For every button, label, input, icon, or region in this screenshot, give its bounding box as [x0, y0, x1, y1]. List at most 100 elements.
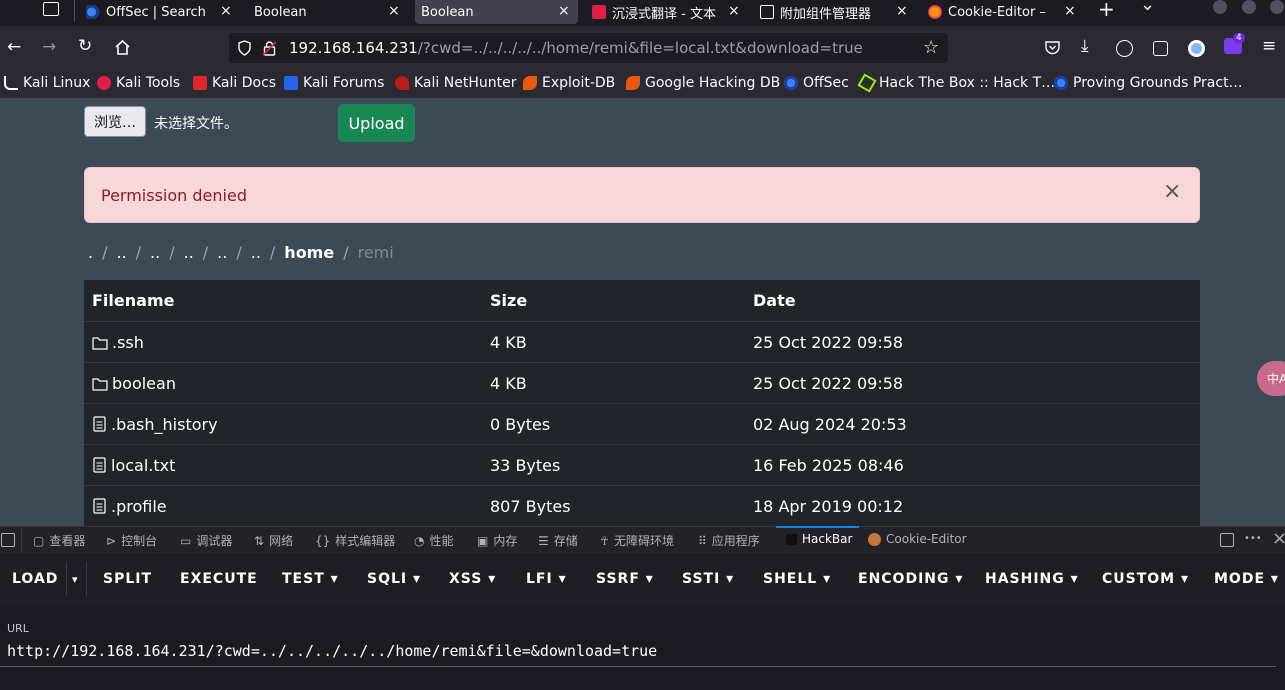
column-header-filename[interactable]: Filename: [92, 291, 174, 310]
breadcrumb-item[interactable]: ..: [150, 243, 160, 262]
downloads-icon[interactable]: ⤓: [1081, 38, 1089, 55]
back-arrow-icon[interactable]: ←: [7, 39, 21, 56]
hackbar-ssrf-menu[interactable]: SSRF ▾: [596, 571, 654, 587]
hackbar-xss-menu[interactable]: XSS ▾: [449, 571, 496, 587]
tab-addons-manager[interactable]: 附加组件管理器 ×: [760, 0, 910, 24]
hackbar-load-button[interactable]: LOAD: [12, 571, 58, 587]
hackbar-url-input[interactable]: http://192.168.164.231/?cwd=../../../../…: [7, 642, 657, 660]
bookmark-offsec[interactable]: OffSec: [784, 75, 849, 91]
devtools-tab-cookie-editor[interactable]: Cookie-Editor: [868, 532, 967, 546]
new-tab-button[interactable]: +: [1098, 0, 1115, 21]
bookmark-kali-nethunter[interactable]: Kali NetHunter: [395, 75, 516, 91]
bookmark-star-icon[interactable]: ☆: [923, 39, 939, 57]
tab-offsec-search[interactable]: OffSec | Search ×: [86, 0, 246, 24]
window-minimize-button[interactable]: [1213, 0, 1227, 14]
shield-icon[interactable]: [237, 40, 252, 60]
forward-arrow-icon[interactable]: →: [42, 39, 56, 56]
table-row: boolean 4 KB 25 Oct 2022 09:58: [84, 362, 1200, 403]
devtools-more-menu[interactable]: •••: [1244, 533, 1262, 544]
alert-close-icon[interactable]: ×: [1163, 181, 1181, 203]
bookmark-hack-the-box[interactable]: Hack The Box :: Hack T…: [857, 73, 1055, 93]
dock-toggle-icon[interactable]: [1220, 533, 1234, 547]
hamburger-menu-icon[interactable]: ≡: [1262, 38, 1276, 55]
devtools-tab-performance[interactable]: ◔ 性能: [414, 532, 454, 549]
breadcrumb-item[interactable]: ..: [217, 243, 227, 262]
bookmark-proving-grounds[interactable]: Proving Grounds Pract…: [1054, 75, 1243, 91]
offsec-favicon-icon: [86, 5, 100, 19]
tab-cookie-editor[interactable]: Cookie-Editor – ×: [928, 0, 1078, 24]
upload-button[interactable]: Upload: [338, 104, 415, 142]
extension-circle-icon[interactable]: [1188, 40, 1205, 57]
bookmark-kali-forums[interactable]: Kali Forums: [284, 75, 384, 91]
tab-close-icon[interactable]: ×: [728, 3, 740, 19]
hackbar-test-menu[interactable]: TEST ▾: [282, 571, 339, 587]
tab-close-icon[interactable]: ×: [388, 3, 400, 19]
extensions-puzzle-icon[interactable]: [1153, 41, 1168, 56]
devtools-tab-debugger[interactable]: ▭ 调试器: [180, 532, 232, 549]
devtools-tab-label: 网络: [269, 534, 294, 548]
bookmark-kali-docs[interactable]: Kali Docs: [193, 75, 276, 91]
hackbar-shell-menu[interactable]: SHELL ▾: [763, 571, 831, 587]
devtools-tab-memory[interactable]: ▣ 内存: [477, 532, 517, 549]
tab-close-icon[interactable]: ×: [896, 3, 908, 19]
devtools-tab-application[interactable]: ⠿ 应用程序: [698, 532, 760, 549]
tab-overview-icon[interactable]: [43, 2, 59, 16]
devtools-close-icon[interactable]: ×: [1272, 528, 1285, 549]
breadcrumb-item-home[interactable]: home: [284, 243, 334, 262]
hackbar-lfi-menu[interactable]: LFI ▾: [526, 571, 567, 587]
column-header-size[interactable]: Size: [490, 291, 527, 310]
bookmark-kali-linux[interactable]: Kali Linux: [4, 75, 90, 91]
breadcrumb-item[interactable]: ..: [251, 243, 261, 262]
tab-close-icon[interactable]: ×: [220, 3, 232, 19]
file-link[interactable]: boolean: [92, 374, 176, 393]
devtools-tab-network[interactable]: ⇅ 网络: [254, 532, 293, 549]
devtools-tab-style-editor[interactable]: {} 样式编辑器: [315, 532, 395, 549]
hackbar-load-dropdown[interactable]: ▾: [72, 573, 79, 586]
breadcrumb-item[interactable]: ..: [116, 243, 126, 262]
hackbar-hashing-menu[interactable]: HASHING ▾: [985, 571, 1079, 587]
hackbar-mode-menu[interactable]: MODE ▾: [1214, 571, 1279, 587]
hackbar-split-button[interactable]: SPLIT: [103, 571, 152, 587]
window-close-button[interactable]: [1270, 0, 1284, 14]
tab-boolean-1[interactable]: Boolean ×: [254, 0, 404, 24]
hackbar-sqli-menu[interactable]: SQLI ▾: [367, 571, 421, 587]
devtools-tab-accessibility[interactable]: ☥ 无障碍环境: [600, 532, 674, 549]
file-link[interactable]: .profile: [92, 497, 167, 516]
breadcrumb-item[interactable]: ..: [184, 243, 194, 262]
tab-immersive-translate[interactable]: 沉浸式翻译 - 文本 ×: [592, 0, 742, 24]
tab-title: Boolean: [254, 4, 307, 20]
tab-close-icon[interactable]: ×: [1064, 3, 1076, 19]
hackbar-ssti-menu[interactable]: SSTI ▾: [682, 571, 734, 587]
table-row: .bash_history 0 Bytes 02 Aug 2024 20:53: [84, 403, 1200, 444]
file-link[interactable]: local.txt: [92, 456, 175, 475]
devtools-tab-label: 存储: [553, 534, 578, 548]
window-maximize-button[interactable]: [1242, 0, 1256, 14]
bookmark-exploit-db[interactable]: Exploit-DB: [523, 75, 615, 91]
insecure-lock-icon[interactable]: [262, 40, 277, 60]
account-icon[interactable]: [1116, 40, 1133, 57]
column-header-date[interactable]: Date: [753, 291, 796, 310]
bookmark-google-hacking-db[interactable]: Google Hacking DB: [626, 75, 780, 91]
list-all-tabs-button[interactable]: ⌄: [1140, 0, 1155, 15]
tab-close-icon[interactable]: ×: [558, 3, 570, 19]
bookmark-kali-tools[interactable]: Kali Tools: [97, 75, 180, 91]
devtools-tab-storage[interactable]: ☰ 存储: [538, 532, 578, 549]
devtools-tab-inspector[interactable]: ▢ 查看器: [33, 532, 85, 549]
translate-float-button[interactable]: 中A: [1257, 361, 1285, 396]
reload-icon[interactable]: ↻: [78, 38, 92, 55]
url-text[interactable]: 192.168.164.231/?cwd=../../../../../home…: [289, 39, 863, 57]
element-picker-icon[interactable]: [1, 533, 15, 547]
file-link[interactable]: .ssh: [92, 333, 144, 352]
file-size: 4 KB: [490, 333, 527, 352]
pocket-icon[interactable]: [1044, 40, 1061, 60]
hackbar-custom-menu[interactable]: CUSTOM ▾: [1102, 571, 1189, 587]
browse-file-button[interactable]: 浏览…: [84, 106, 146, 137]
devtools-tab-console[interactable]: ⊳ 控制台: [106, 532, 157, 549]
devtools-tab-hackbar[interactable]: HackBar: [786, 532, 852, 546]
tab-boolean-active[interactable]: Boolean ×: [415, 0, 578, 24]
ghdb-icon: [626, 76, 640, 90]
hackbar-execute-button[interactable]: EXECUTE: [180, 571, 258, 587]
file-link[interactable]: .bash_history: [92, 415, 218, 434]
hackbar-encoding-menu[interactable]: ENCODING ▾: [858, 571, 963, 587]
home-icon[interactable]: [114, 39, 131, 60]
